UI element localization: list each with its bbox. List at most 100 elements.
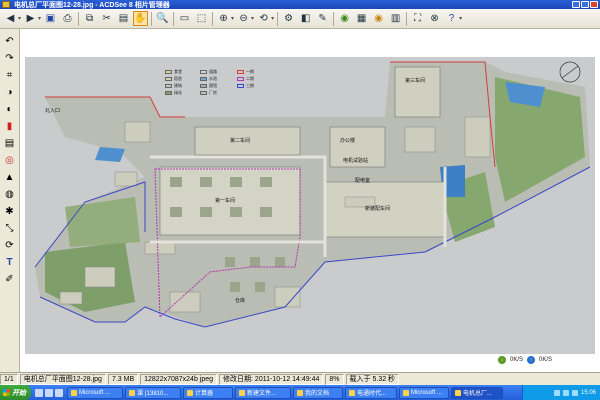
paste-icon[interactable]: ▤ [116, 11, 131, 26]
contrast-icon[interactable]: ◐ [3, 103, 17, 116]
rotate-icon[interactable]: ⟲ [256, 11, 271, 26]
close-button[interactable] [590, 1, 598, 8]
legend-item: 厂房 [200, 90, 217, 96]
image-viewer[interactable]: 食堂 宿舍 建筑 绿化 道路 水池 围墙 厂房 一期 二期 三期 第三车间 第二… [20, 29, 600, 354]
taskbar-button[interactable]: 我的文档 [293, 386, 343, 399]
quick-launch-icon[interactable] [55, 388, 63, 397]
toolbar-separator [78, 11, 80, 26]
legend-swatch [237, 84, 244, 88]
legend-swatch [200, 91, 207, 95]
rotate-dropdown-icon[interactable]: ▾ [271, 15, 274, 22]
zoom-in-icon[interactable]: ⊕ [216, 11, 231, 26]
app-icon [129, 389, 135, 396]
hand-icon[interactable]: ✋ [133, 11, 149, 26]
view-icon[interactable]: ◧ [298, 11, 313, 26]
transfer-indicator: ↓ 0K/S ↑ 0K/S [498, 356, 552, 364]
legend-label: 食堂 [174, 69, 182, 74]
color-icon[interactable]: ▮ [3, 120, 17, 133]
cut-icon[interactable]: ✂ [99, 11, 114, 26]
zoom-in-dropdown-icon[interactable]: ▾ [231, 15, 234, 22]
back-icon[interactable]: ◀ [3, 11, 18, 26]
taskbar-button-active[interactable]: 电机总厂... [451, 386, 503, 399]
taskbar-button-label: Microsoft ... [79, 389, 111, 396]
maximize-button[interactable] [581, 1, 589, 8]
quick-launch-icon[interactable] [35, 388, 43, 397]
properties-icon[interactable]: ▥ [388, 11, 403, 26]
clock[interactable]: 15:06 [581, 390, 596, 396]
fit-icon[interactable]: ⬚ [194, 11, 209, 26]
save-icon[interactable]: ▣ [43, 11, 58, 26]
redo-icon[interactable]: ↷ [3, 52, 17, 65]
forward-dropdown-icon[interactable]: ▾ [38, 15, 41, 22]
minimize-button[interactable] [572, 1, 580, 8]
help-dropdown-icon[interactable]: ▾ [459, 15, 462, 22]
pool [95, 147, 125, 162]
wallpaper-icon[interactable]: ▦ [354, 11, 369, 26]
taskbar-button[interactable]: 新建文件... [235, 386, 291, 399]
forward-icon[interactable]: ▶ [23, 11, 38, 26]
compass-needle [561, 65, 579, 79]
taskbar-button[interactable]: Microsoft ... [67, 386, 123, 399]
slideshow-icon[interactable]: ◉ [337, 11, 352, 26]
effects-icon[interactable]: ✱ [3, 205, 17, 218]
print-icon[interactable]: ⎙ [60, 11, 75, 26]
rating-icon[interactable]: ◉ [371, 11, 386, 26]
tray-icon[interactable] [562, 389, 569, 396]
copy-icon[interactable]: ⧉ [82, 11, 97, 26]
image-index: 1/1 [0, 373, 18, 385]
levels-icon[interactable]: ▤ [3, 137, 17, 150]
building-label: 办公楼 [340, 138, 356, 144]
taskbar-button[interactable]: Microsoft ... [399, 386, 449, 399]
app-icon [187, 389, 193, 396]
undo-icon[interactable]: ↶ [3, 35, 17, 48]
factory-floor-plan-image[interactable]: 食堂 宿舍 建筑 绿化 道路 水池 围墙 厂房 一期 二期 三期 第三车间 第二… [25, 57, 595, 354]
rotate-flip-icon[interactable]: ⟳ [3, 239, 17, 252]
tray-icon[interactable] [571, 389, 578, 396]
draw-icon[interactable]: ✐ [3, 273, 17, 286]
legend-label: 宿舍 [174, 76, 182, 81]
help-icon[interactable]: ? [444, 11, 459, 26]
back-dropdown-icon[interactable]: ▾ [18, 15, 21, 22]
zoom-icon[interactable]: 🔍 [155, 11, 170, 26]
legend-label: 厂房 [209, 90, 217, 95]
app-icon [239, 389, 245, 396]
toolbar-separator [406, 11, 408, 26]
exposure-icon[interactable]: ◑ [3, 86, 17, 99]
acquire-icon[interactable]: ⚙ [281, 11, 296, 26]
full-screen-icon[interactable]: ⛶ [410, 11, 425, 26]
download-icon[interactable]: ↓ [498, 356, 506, 364]
quick-launch-icon[interactable] [45, 388, 53, 397]
legend-swatch [237, 70, 244, 74]
building-label: 第三车间 [405, 78, 426, 84]
zoom-out-icon[interactable]: ⊖ [236, 11, 251, 26]
load-time: 载入于 5.32 秒 [345, 373, 400, 385]
start-label: 开始 [12, 389, 26, 397]
upload-icon[interactable]: ↑ [527, 356, 536, 364]
text-icon[interactable]: T [3, 256, 17, 269]
resize-icon[interactable]: ⤡ [3, 222, 17, 235]
legend-swatch [200, 77, 207, 81]
actual-size-icon[interactable]: ▭ [177, 11, 192, 26]
app-icon [403, 389, 409, 396]
crop-icon[interactable]: ⌗ [3, 69, 17, 82]
taskbar-button-label: 电机总厂... [463, 391, 493, 397]
taskbar-button[interactable]: 课 (13810... [125, 386, 181, 399]
zoom-out-dropdown-icon[interactable]: ▾ [251, 15, 254, 22]
delete-icon[interactable]: ⊗ [427, 11, 442, 26]
tray-icon[interactable] [553, 389, 560, 396]
image-dimensions: 12822x7087x24b jpeg [140, 373, 218, 385]
red-eye-icon[interactable]: ◎ [3, 154, 17, 167]
status-bar: 1/1 电机总厂平面图12-28.jpg 7.3 MB 12822x7087x2… [0, 372, 600, 385]
toolbar-separator [212, 11, 214, 26]
edit-icon[interactable]: ✎ [315, 11, 330, 26]
legend-swatch [165, 84, 172, 88]
legend-item: 三期 [237, 83, 254, 89]
taskbar-button[interactable]: 电通时代... [345, 386, 397, 399]
taskbar-button[interactable]: 计算器 [183, 386, 233, 399]
legend-label: 二期 [246, 76, 254, 81]
legend-label: 三期 [246, 83, 254, 88]
start-button[interactable]: 开始 [0, 385, 31, 400]
sharpen-icon[interactable]: ▲ [3, 171, 17, 184]
blur-icon[interactable]: ◍ [3, 188, 17, 201]
window-controls [572, 1, 598, 8]
